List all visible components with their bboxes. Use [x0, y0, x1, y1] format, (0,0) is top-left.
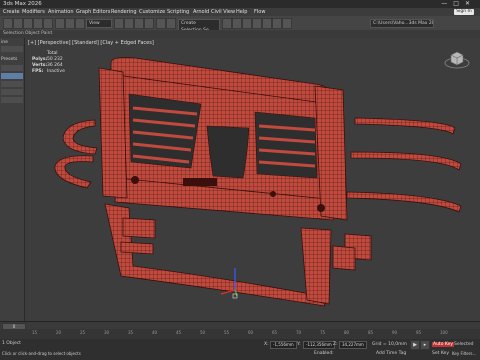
placement-icon[interactable]: [144, 18, 154, 29]
curve-editor-icon[interactable]: [252, 18, 262, 29]
ruler-tick: 100: [440, 330, 448, 335]
ruler-tick: 15: [32, 330, 38, 335]
title-bar: 3ds Max 2026 —□✕: [0, 0, 480, 8]
key-filters-button[interactable]: Key Filters...: [452, 351, 476, 356]
layer-icon[interactable]: [242, 18, 252, 29]
panel-icon-row[interactable]: [1, 46, 23, 52]
ruler-tick: 95: [416, 330, 422, 335]
ruler-tick: 55: [224, 330, 230, 335]
menu-flow[interactable]: Flow: [254, 8, 265, 16]
ruler-tick: 90: [392, 330, 398, 335]
window-title: 3ds Max 2026: [3, 1, 42, 7]
panel-row-4[interactable]: [1, 89, 23, 95]
menu-customize[interactable]: Customize: [139, 8, 165, 16]
redo-icon[interactable]: [13, 18, 23, 29]
mirror-icon[interactable]: [222, 18, 232, 29]
unlink-icon[interactable]: [33, 18, 43, 29]
menu-rendering[interactable]: Rendering: [111, 8, 137, 16]
ruler-tick: 50: [200, 330, 206, 335]
ruler-tick: 65: [272, 330, 278, 335]
next-frame-icon[interactable]: ▸: [420, 340, 430, 350]
ruler-tick: 25: [80, 330, 86, 335]
menu-modifiers[interactable]: Modifiers: [22, 8, 45, 16]
select-by-name-icon[interactable]: [65, 18, 75, 29]
prompt-line: Click or click-and-drag to select object…: [2, 351, 81, 356]
ruler-tick: 75: [320, 330, 326, 335]
window-controls[interactable]: —□✕: [441, 0, 476, 8]
sign-in-button[interactable]: Sign In: [454, 9, 474, 15]
bind-icon[interactable]: [43, 18, 53, 29]
ruler-tick: 40: [152, 330, 158, 335]
scene-explorer-panel: ine Presets: [0, 38, 25, 321]
ribbon-tab-object-paint[interactable]: Object Paint: [25, 30, 52, 38]
enabled-label: Enabled:: [314, 351, 334, 356]
selection-count: 1 Object: [2, 341, 21, 346]
select-object-icon[interactable]: [55, 18, 65, 29]
perspective-viewport[interactable]: [+] [Perspective] [Standard] [Clay + Edg…: [25, 38, 480, 321]
status-bar: 1 Object Click or click-and-drag to sele…: [0, 339, 480, 360]
menu-arnold[interactable]: Arnold: [193, 8, 209, 16]
y-label: Y:: [297, 342, 301, 347]
add-time-tag-button[interactable]: Add Time Tag: [376, 351, 406, 356]
menu-animation[interactable]: Animation: [48, 8, 74, 16]
ruler-tick: 45: [176, 330, 182, 335]
track-bar[interactable]: 15 20 25 30 35 40 45 50 55 60 65 70 75 8…: [0, 329, 480, 339]
panel-label-presets: Presets: [1, 57, 18, 62]
ruler-tick: 60: [248, 330, 254, 335]
play-icon[interactable]: ▶: [410, 340, 420, 350]
undo-icon[interactable]: [3, 18, 13, 29]
panel-row-3[interactable]: [1, 81, 23, 87]
x-label: X:: [264, 342, 269, 347]
main-toolbar: View Create Selection Se C:\Users\Vaho..…: [0, 16, 480, 35]
z-label: Z:: [333, 342, 338, 347]
auto-key-button[interactable]: Auto Key: [432, 342, 455, 347]
workspace-path-dropdown[interactable]: C:\Users\Vaho...3ds Max 2026: [370, 19, 434, 28]
panel-row-2[interactable]: [1, 73, 23, 79]
rotate-icon[interactable]: [124, 18, 134, 29]
move-icon[interactable]: [114, 18, 124, 29]
view-dropdown[interactable]: View: [86, 19, 112, 28]
ruler-tick: 70: [296, 330, 302, 335]
close-icon[interactable]: ✕: [465, 0, 476, 7]
ruler-tick: 20: [56, 330, 62, 335]
grid-size-readout: Grid = 10,0mm: [372, 342, 407, 347]
menu-graph-editors[interactable]: Graph Editors: [76, 8, 110, 16]
panel-label-line: ine: [1, 40, 8, 45]
ribbon-tab-selection[interactable]: Selection: [3, 30, 24, 38]
selection-region-icon[interactable]: [75, 18, 85, 29]
menu-help[interactable]: Help: [236, 8, 247, 16]
y-coordinate-field[interactable]: -112,356mm: [303, 341, 335, 349]
scale-icon[interactable]: [134, 18, 144, 29]
menu-bar: Create Modifiers Animation Graph Editors…: [0, 8, 480, 16]
maximize-icon[interactable]: □: [453, 0, 465, 7]
menu-scripting[interactable]: Scripting: [167, 8, 189, 16]
z-coordinate-field[interactable]: 34,227mm: [339, 341, 367, 349]
ruler-tick: 85: [368, 330, 374, 335]
render-icon[interactable]: [282, 18, 292, 29]
ruler-tick: 80: [344, 330, 350, 335]
snap-icon[interactable]: [156, 18, 166, 29]
x-coordinate-field[interactable]: -1,556mm: [270, 341, 297, 349]
minimize-icon[interactable]: —: [441, 0, 453, 7]
ruler-tick: 35: [128, 330, 134, 335]
render-setup-icon[interactable]: [272, 18, 282, 29]
grille-guard-model[interactable]: [25, 38, 480, 321]
link-icon[interactable]: [23, 18, 33, 29]
material-editor-icon[interactable]: [262, 18, 272, 29]
selected-dropdown[interactable]: Selected: [454, 342, 474, 347]
ribbon-bar: Selection Object Paint: [0, 30, 480, 38]
angle-snap-icon[interactable]: [166, 18, 176, 29]
menu-civil-view[interactable]: Civil View: [211, 8, 235, 16]
ruler-tick: 30: [104, 330, 110, 335]
panel-row-1[interactable]: [1, 65, 23, 71]
set-key-button[interactable]: Set Key: [432, 351, 449, 356]
panel-row-5[interactable]: [1, 97, 23, 103]
menu-create[interactable]: Create: [3, 8, 20, 16]
align-icon[interactable]: [232, 18, 242, 29]
